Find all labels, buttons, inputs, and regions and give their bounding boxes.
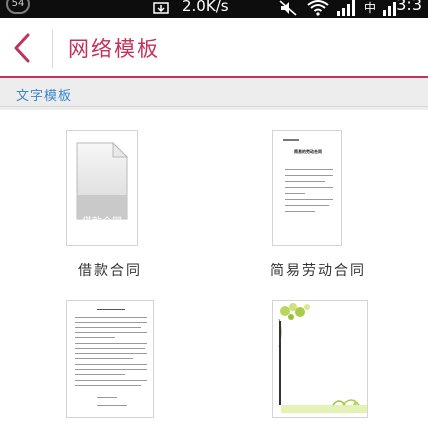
section-label: 文字模板 bbox=[16, 89, 73, 104]
preview-line bbox=[75, 317, 147, 318]
network-speed: 2.0K/s bbox=[182, 0, 229, 15]
preview-line bbox=[75, 337, 115, 338]
carrier-label: 中 bbox=[364, 1, 377, 15]
preview-line bbox=[75, 374, 125, 375]
preview-line bbox=[285, 199, 333, 200]
section-divider bbox=[0, 106, 428, 107]
document-card-loan[interactable]: 借款合同 bbox=[66, 130, 138, 246]
preview-line bbox=[75, 353, 147, 354]
page-title: 网络模板 bbox=[68, 37, 160, 61]
back-arrow-icon[interactable] bbox=[8, 32, 38, 64]
preview-line bbox=[285, 205, 329, 206]
preview-line bbox=[97, 397, 117, 398]
preview-line bbox=[285, 181, 325, 182]
preview-line bbox=[75, 343, 147, 344]
section-header: 文字模板 bbox=[0, 76, 428, 110]
preview-line bbox=[285, 193, 305, 194]
preview-line bbox=[75, 369, 147, 370]
preview-line bbox=[285, 175, 333, 176]
preview-line bbox=[75, 358, 133, 359]
status-icons-left bbox=[150, 1, 172, 17]
floral-template-icon bbox=[278, 303, 367, 413]
notification-badge: 54 bbox=[6, 0, 30, 14]
preview-line bbox=[97, 405, 127, 406]
status-bar: 54 2.0K/s 中 3:3 bbox=[0, 0, 428, 18]
signal-icon bbox=[337, 0, 355, 16]
preview-line bbox=[75, 380, 147, 381]
preview-line bbox=[75, 348, 145, 349]
preview-title-line bbox=[97, 309, 125, 310]
preview-line bbox=[75, 327, 141, 328]
preview-small-text bbox=[283, 139, 299, 141]
clock: 3:3 bbox=[396, 0, 422, 14]
preview-line bbox=[285, 187, 333, 188]
document-thumbnail-text: 借款合同 bbox=[82, 217, 122, 228]
preview-title: 简易的劳动合同 bbox=[294, 149, 322, 154]
preview-line bbox=[75, 322, 147, 323]
document-label[interactable]: 简易劳动合同 bbox=[258, 260, 378, 280]
preview-line bbox=[285, 211, 315, 212]
document-card-4[interactable] bbox=[272, 300, 368, 418]
preview-line bbox=[285, 169, 333, 170]
document-label[interactable]: 借款合同 bbox=[70, 260, 150, 280]
app-bar: 网络模板 bbox=[0, 18, 428, 76]
mute-icon bbox=[279, 0, 297, 16]
preview-line bbox=[75, 364, 147, 365]
preview-line bbox=[75, 385, 141, 386]
download-icon bbox=[153, 2, 169, 14]
notification-count: 54 bbox=[11, 0, 25, 9]
document-card-3[interactable] bbox=[66, 300, 154, 418]
preview-line bbox=[75, 332, 147, 333]
document-card-labor[interactable]: 简易的劳动合同 bbox=[272, 130, 342, 246]
wifi-icon bbox=[307, 0, 329, 16]
app-bar-divider bbox=[52, 30, 53, 68]
